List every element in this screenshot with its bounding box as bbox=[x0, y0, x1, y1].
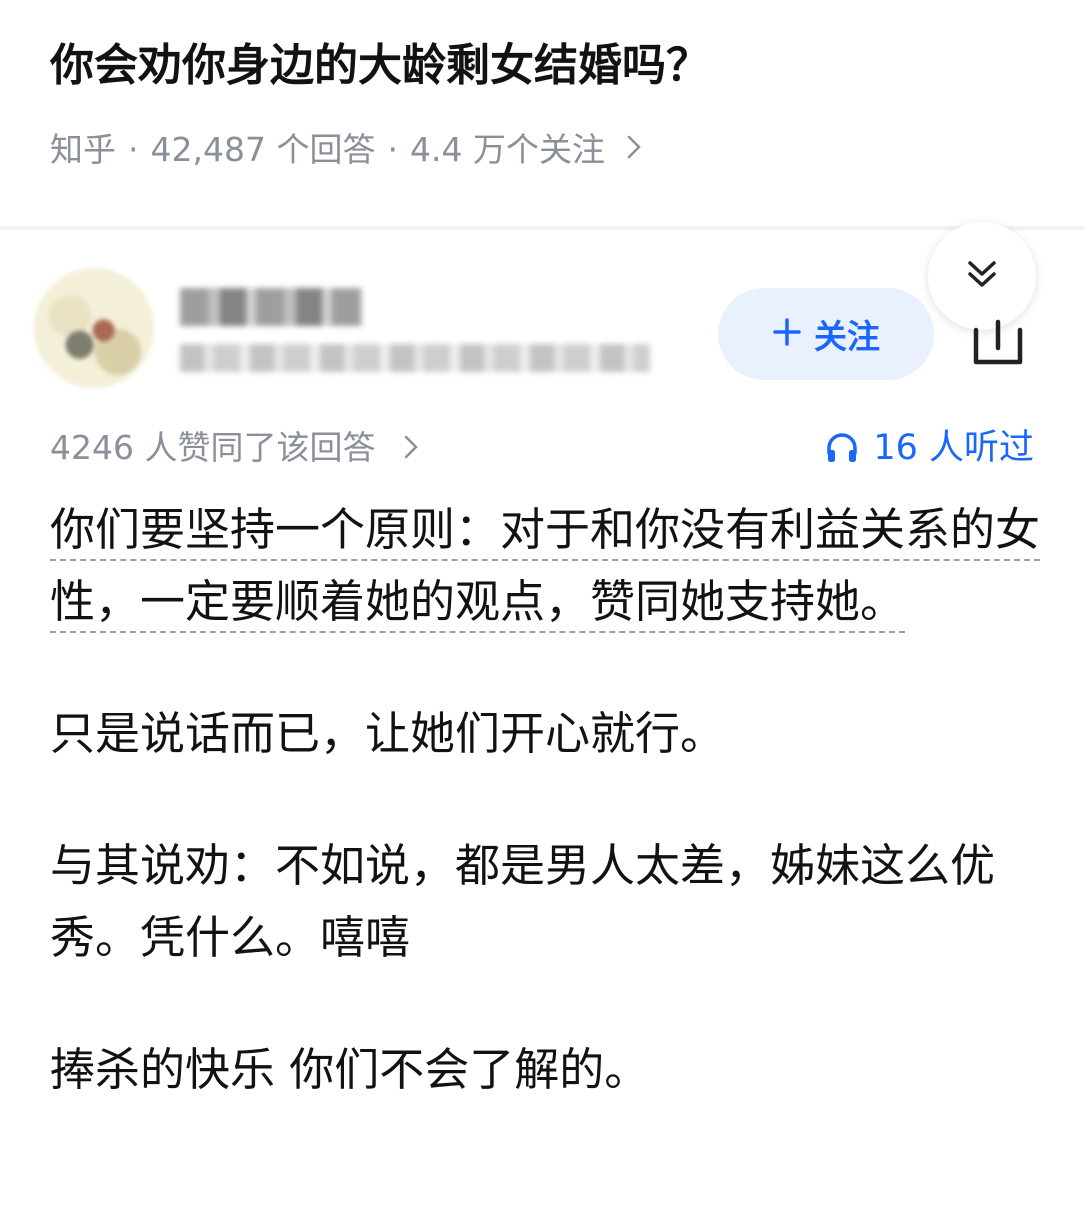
meta-separator: · bbox=[128, 130, 139, 169]
share-icon[interactable] bbox=[970, 318, 1026, 368]
follow-button[interactable]: 关注 bbox=[718, 288, 934, 380]
answer-paragraph: 你们要坚持一个原则：对于和你没有利益关系的女性，一定要顺着她的观点，赞同她支持她… bbox=[50, 494, 1040, 638]
listened-count[interactable]: 16 人听过 bbox=[825, 422, 1034, 474]
double-chevron-down-icon bbox=[965, 257, 999, 295]
chevron-right-icon bbox=[627, 124, 641, 176]
answer-paragraph: 只是说话而已，让她们开心就行。 bbox=[50, 707, 726, 760]
answer-paragraph: 捧杀的快乐 你们不会了解的。 bbox=[50, 1043, 650, 1096]
author-row: 关注 bbox=[0, 222, 1084, 420]
upvote-label: 4246 人赞同了该回答 bbox=[50, 428, 376, 467]
answer-count: 42,487 个回答 bbox=[150, 130, 376, 169]
author-name-redacted[interactable] bbox=[180, 288, 362, 326]
author-bio-redacted bbox=[180, 344, 650, 372]
listened-label: 16 人听过 bbox=[873, 428, 1034, 468]
question-header: 你会劝你身边的大龄剩女结婚吗？ 知乎 · 42,487 个回答 · 4.4 万个… bbox=[0, 0, 1084, 228]
answer-paragraph: 与其说劝：不如说，都是男人太差，姊妹这么优秀。凭什么。嘻嘻 bbox=[50, 839, 996, 964]
upvote-count[interactable]: 4246 人赞同了该回答 bbox=[50, 422, 418, 474]
follower-count: 4.4 万个关注 bbox=[409, 130, 605, 169]
answer-content: 你们要坚持一个原则：对于和你没有利益关系的女性，一定要顺着她的观点，赞同她支持她… bbox=[50, 494, 1040, 1166]
headphones-icon bbox=[827, 433, 858, 462]
avatar[interactable] bbox=[34, 268, 154, 388]
plus-icon bbox=[772, 312, 802, 356]
question-title[interactable]: 你会劝你身边的大龄剩女结婚吗？ bbox=[50, 34, 710, 98]
answer-stats: 4246 人赞同了该回答 16 人听过 bbox=[0, 418, 1084, 478]
collapse-button[interactable] bbox=[928, 222, 1036, 330]
follow-label: 关注 bbox=[814, 317, 880, 356]
meta-separator: · bbox=[387, 130, 398, 169]
source-label: 知乎 bbox=[50, 130, 116, 169]
highlighted-sentence[interactable]: 你们要坚持一个原则：对于和你没有利益关系的女性，一定要顺着她的观点，赞同她支持她… bbox=[50, 503, 1040, 628]
chevron-right-icon bbox=[404, 428, 418, 467]
question-meta[interactable]: 知乎 · 42,487 个回答 · 4.4 万个关注 bbox=[50, 124, 641, 176]
